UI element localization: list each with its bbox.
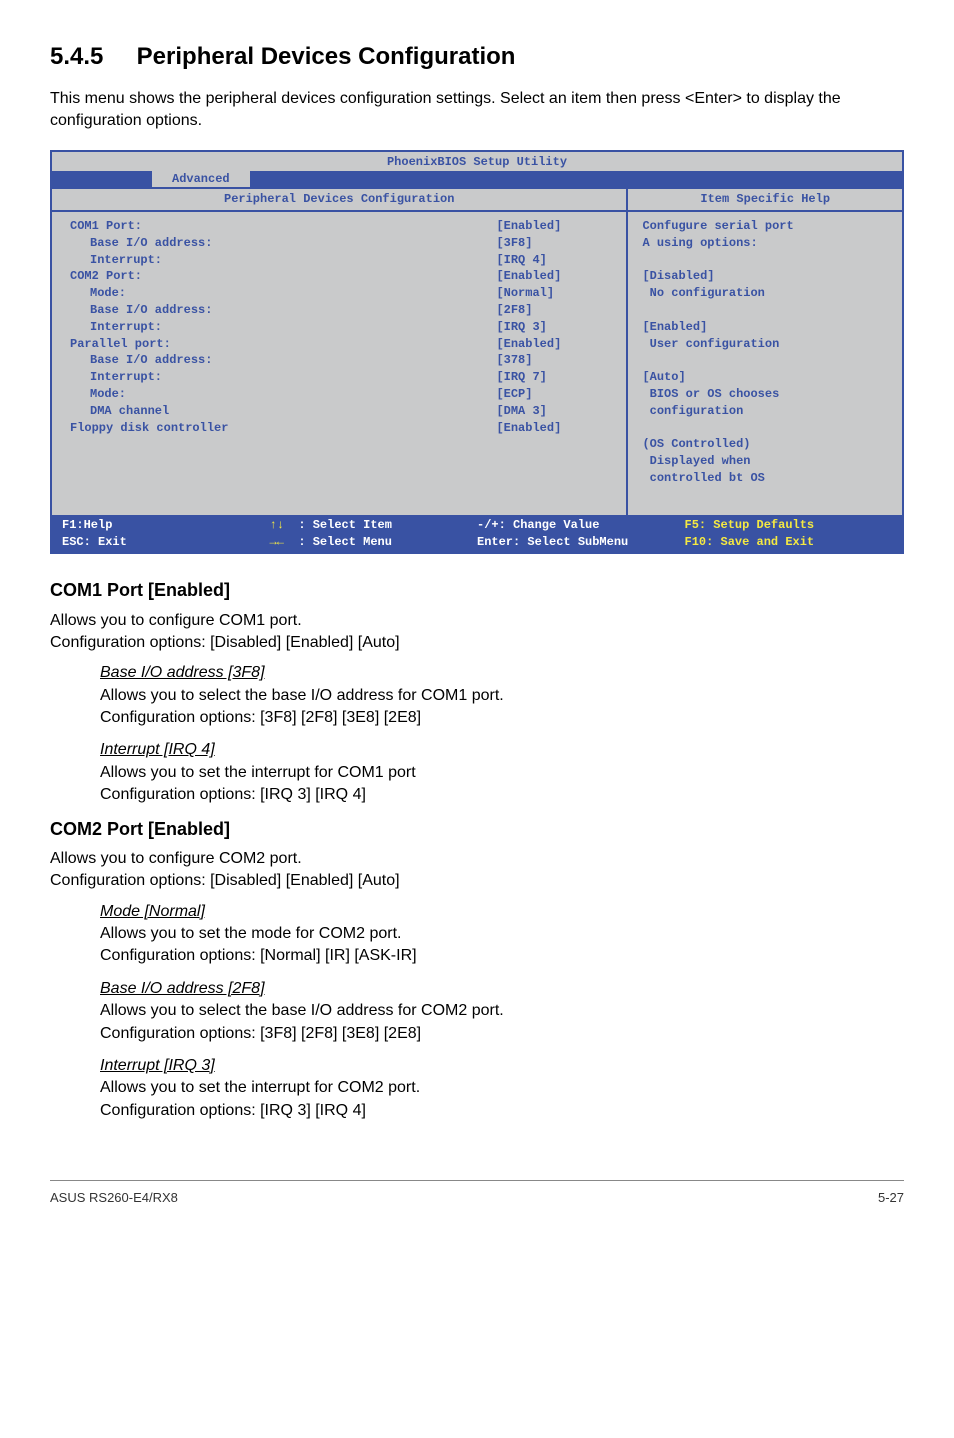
bios-setting-row[interactable]: COM1 Port:[Enabled] [70,218,616,235]
bios-setting-label: Mode: [70,386,496,403]
bios-tab-advanced[interactable]: Advanced [152,171,250,187]
bios-setting-value: [IRQ 4] [496,252,616,269]
bios-help-line: configuration [642,403,892,420]
bios-setting-label: Parallel port: [70,336,496,353]
bios-setting-row[interactable]: Base I/O address:[378] [70,352,616,369]
com1-baseio-body: Allows you to select the base I/O addres… [100,685,904,730]
bios-setting-row[interactable]: Interrupt:[IRQ 7] [70,369,616,386]
bios-left-header: Peripheral Devices Configuration [52,187,626,212]
bios-setting-label: Base I/O address: [70,352,496,369]
bios-setting-value: [2F8] [496,302,616,319]
bios-help-line: User configuration [642,336,892,353]
bios-setting-label: COM2 Port: [70,268,496,285]
bios-help-text: Confugure serial portA using options: [D… [628,212,902,515]
bios-help-line: (OS Controlled) [642,436,892,453]
bios-footer: F1:HelpESC: Exit ↑↓ : Select Item→← : Se… [52,515,902,553]
bios-setting-value: [Normal] [496,285,616,302]
bios-setting-row[interactable]: Floppy disk controller[Enabled] [70,420,616,437]
bios-setting-row[interactable]: Base I/O address:[2F8] [70,302,616,319]
com1-interrupt-body: Allows you to set the interrupt for COM1… [100,762,904,807]
com2-mode-body: Allows you to set the mode for COM2 port… [100,923,904,968]
bios-setting-label: Floppy disk controller [70,420,496,437]
bios-help-line: [Enabled] [642,319,892,336]
bios-setting-value: [DMA 3] [496,403,616,420]
bios-help-line [642,252,892,269]
bios-help-line: BIOS or OS chooses [642,386,892,403]
com2-baseio-block: Base I/O address [2F8] Allows you to sel… [100,978,904,1045]
com1-baseio-block: Base I/O address [3F8] Allows you to sel… [100,662,904,729]
com2-interrupt-block: Interrupt [IRQ 3] Allows you to set the … [100,1055,904,1122]
bios-setting-label: COM1 Port: [70,218,496,235]
bios-setting-value: [IRQ 7] [496,369,616,386]
bios-setting-row[interactable]: Interrupt:[IRQ 3] [70,319,616,336]
bios-setting-value: [Enabled] [496,336,616,353]
com2-interrupt-title: Interrupt [IRQ 3] [100,1055,904,1077]
bios-help-line [642,302,892,319]
section-title-text: Peripheral Devices Configuration [137,43,516,70]
bios-setting-row[interactable]: Base I/O address:[3F8] [70,235,616,252]
bios-left-pane: Peripheral Devices Configuration COM1 Po… [52,187,628,515]
bios-help-line [642,352,892,369]
bios-footer-col3: -/+: Change ValueEnter: Select SubMenu [477,517,685,551]
bios-setting-label: DMA channel [70,403,496,420]
bios-setting-value: [Enabled] [496,420,616,437]
arrow-ud-icon: ↑↓ [270,518,284,532]
bios-help-line: Confugure serial port [642,218,892,235]
bios-footer-col2: ↑↓ : Select Item→← : Select Menu [270,517,478,551]
com1-heading: COM1 Port [Enabled] [50,578,904,603]
bios-setting-label: Interrupt: [70,252,496,269]
bios-help-line: [Auto] [642,369,892,386]
bios-footer-col4: F5: Setup DefaultsF10: Save and Exit [685,517,893,551]
bios-setting-row[interactable]: Mode:[ECP] [70,386,616,403]
bios-setting-label: Base I/O address: [70,235,496,252]
bios-help-line: No configuration [642,285,892,302]
bios-setting-value: [378] [496,352,616,369]
bios-setting-row[interactable]: DMA channel[DMA 3] [70,403,616,420]
bios-footer-col1: F1:HelpESC: Exit [62,517,270,551]
com2-mode-block: Mode [Normal] Allows you to set the mode… [100,901,904,968]
bios-setting-value: [Enabled] [496,268,616,285]
com2-mode-title: Mode [Normal] [100,901,904,923]
bios-right-pane: Item Specific Help Confugure serial port… [628,187,902,515]
bios-help-line: [Disabled] [642,268,892,285]
bios-setting-label: Mode: [70,285,496,302]
bios-setting-row[interactable]: Interrupt:[IRQ 4] [70,252,616,269]
com2-heading: COM2 Port [Enabled] [50,817,904,842]
bios-setting-label: Interrupt: [70,369,496,386]
bios-screenshot: PhoenixBIOS Setup Utility Advanced Perip… [50,150,904,554]
bios-help-line: controlled bt OS [642,470,892,487]
bios-help-line: A using options: [642,235,892,252]
bios-help-line [642,420,892,437]
section-number: 5.4.5 [50,40,130,74]
bios-utility-title: PhoenixBIOS Setup Utility [52,152,902,171]
com2-desc: Allows you to configure COM2 port. Confi… [50,848,904,893]
bios-setting-value: [3F8] [496,235,616,252]
com2-baseio-title: Base I/O address [2F8] [100,978,904,1000]
bios-setting-value: [ECP] [496,386,616,403]
arrow-lr-icon: →← [270,535,284,549]
bios-settings-list: COM1 Port:[Enabled]Base I/O address:[3F8… [52,212,626,464]
com2-baseio-body: Allows you to select the base I/O addres… [100,1000,904,1045]
bios-setting-value: [Enabled] [496,218,616,235]
com2-interrupt-body: Allows you to set the interrupt for COM2… [100,1077,904,1122]
section-heading: 5.4.5 Peripheral Devices Configuration [50,40,904,74]
bios-help-line: Displayed when [642,453,892,470]
bios-setting-row[interactable]: Mode:[Normal] [70,285,616,302]
bios-setting-row[interactable]: COM2 Port:[Enabled] [70,268,616,285]
com1-desc: Allows you to configure COM1 port. Confi… [50,610,904,655]
footer-product: ASUS RS260-E4/RX8 [50,1190,178,1205]
bios-setting-label: Base I/O address: [70,302,496,319]
bios-setting-row[interactable]: Parallel port:[Enabled] [70,336,616,353]
bios-setting-value: [IRQ 3] [496,319,616,336]
com1-interrupt-title: Interrupt [IRQ 4] [100,739,904,761]
bios-tab-bar: Advanced [52,171,902,187]
footer-page-number: 5-27 [878,1189,904,1207]
com1-baseio-title: Base I/O address [3F8] [100,662,904,684]
intro-paragraph: This menu shows the peripheral devices c… [50,88,904,133]
com1-interrupt-block: Interrupt [IRQ 4] Allows you to set the … [100,739,904,806]
bios-setting-label: Interrupt: [70,319,496,336]
page-footer: ASUS RS260-E4/RX8 5-27 [50,1172,904,1207]
bios-right-header: Item Specific Help [628,187,902,212]
